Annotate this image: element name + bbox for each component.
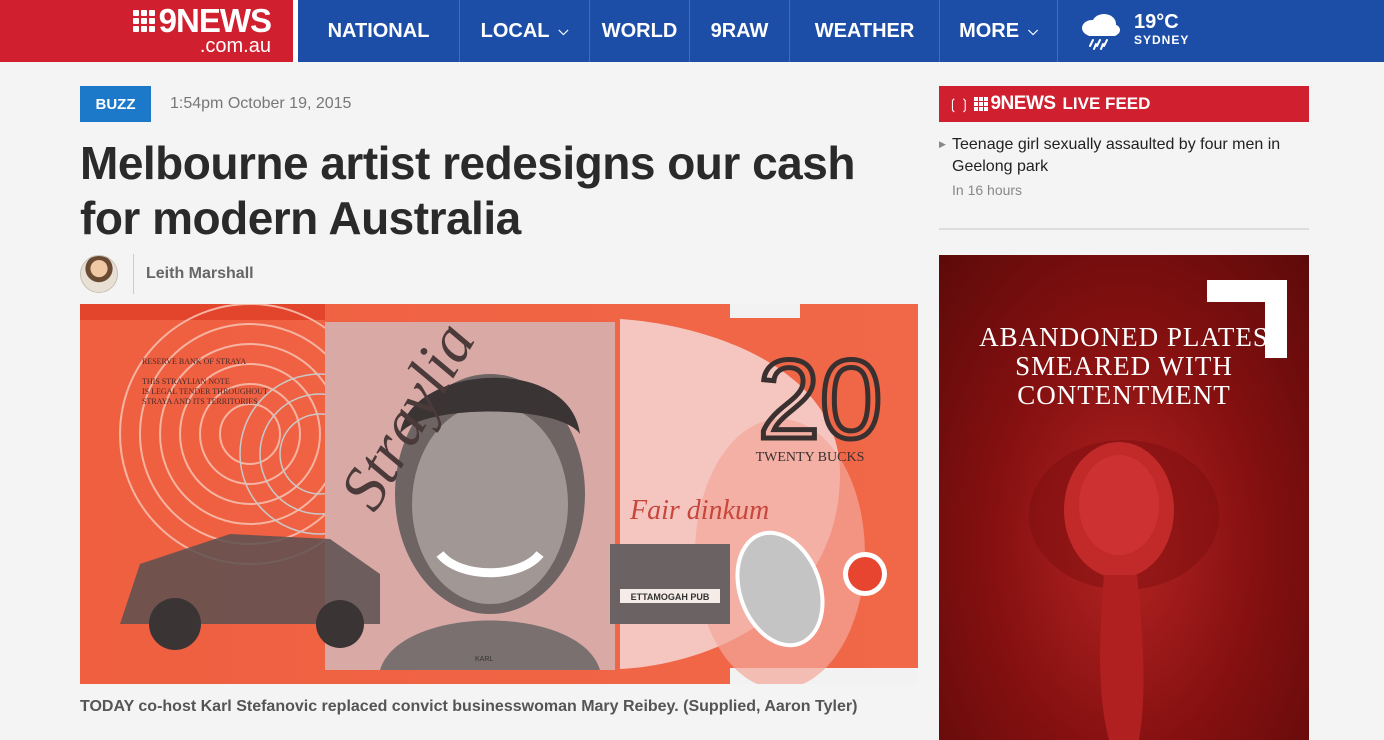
nav-item-label: WORLD	[601, 19, 678, 42]
brand-text: NEWS	[176, 2, 272, 39]
brand-dots-icon	[974, 97, 989, 111]
nav-item-label: 9RAW	[710, 19, 769, 42]
weather-widget[interactable]: 19°C SYDNEY	[1058, 0, 1189, 62]
feed-item-time: In 16 hours	[952, 182, 1023, 198]
bank-text-line-4: STRAYA AND ITS TERRITORIES	[142, 397, 258, 406]
nav-item-more[interactable]: MORE ⌵	[940, 0, 1058, 62]
banknote-illustration: ETTAMOGAH PUB Straylia RESERVE BANK OF S…	[80, 304, 918, 684]
chevron-down-icon: ⌵	[558, 23, 569, 38]
author-name[interactable]: Leith Marshall	[146, 265, 254, 283]
pub-sign-text: ETTAMOGAH PUB	[631, 592, 710, 602]
feed-divider	[939, 228, 1309, 230]
nav-item-9raw[interactable]: 9RAW	[690, 0, 790, 62]
live-feed-header[interactable]: ❲❳ 9NEWS LIVE FEED	[939, 86, 1309, 122]
main-nav: NATIONAL LOCAL ⌵ WORLD 9RAW WEATHER MORE…	[298, 0, 1058, 62]
banknote-denomination-words: TWENTY BUCKS	[756, 450, 865, 465]
live-feed-brand-text: NEWS	[1000, 93, 1057, 114]
chevron-down-icon: ⌵	[1028, 23, 1038, 38]
article-meta: BUZZ 1:54pm October 19, 2015	[80, 86, 351, 122]
nav-item-label: WEATHER	[814, 19, 915, 42]
weather-readout: 19°C SYDNEY	[1134, 11, 1190, 49]
bank-text-line-3: IS LEGAL TENDER THROUGHOUT	[142, 387, 268, 396]
nav-item-national[interactable]: NATIONAL	[298, 0, 460, 62]
author-avatar[interactable]	[80, 255, 118, 293]
ad-headline: ABANDONED PLATES SMEARED WITH CONTENTMEN…	[939, 323, 1309, 410]
bank-text-line-2: THIS STRAYLIAN NOTE	[142, 377, 230, 386]
byline: Leith Marshall	[80, 254, 254, 294]
top-navigation-bar: 9 NEWS .com.au NATIONAL LOCAL ⌵ WORLD 9RA…	[0, 0, 1384, 62]
broadcast-icon: ❲❳	[947, 95, 971, 112]
article-headline: Melbourne artist redesigns our cash for …	[80, 137, 855, 244]
feed-item-title[interactable]: Teenage girl sexually assaulted by four …	[952, 134, 1309, 178]
live-feed-brand: 9NEWS	[990, 93, 1057, 115]
live-feed-label: LIVE FEED	[1062, 94, 1151, 113]
ad-line: SMEARED WITH	[1015, 351, 1233, 381]
brand-domain: .com.au	[199, 35, 271, 57]
nav-item-weather[interactable]: WEATHER	[790, 0, 940, 62]
live-feed-brand-number: 9	[990, 93, 1001, 114]
nav-item-label: LOCAL	[480, 19, 550, 42]
image-caption: TODAY co-host Karl Stefanovic replaced c…	[80, 698, 858, 715]
9news-logo[interactable]: 9 NEWS .com.au	[0, 0, 298, 62]
banknote-motto: Fair dinkum	[629, 495, 769, 526]
category-tag[interactable]: BUZZ	[80, 86, 151, 122]
article-hero-image[interactable]: ETTAMOGAH PUB Straylia RESERVE BANK OF S…	[80, 304, 918, 684]
nav-item-local[interactable]: LOCAL ⌵	[460, 0, 590, 62]
weather-city: SYDNEY	[1134, 33, 1190, 47]
byline-divider	[133, 254, 134, 294]
ad-line: CONTENTMENT	[1017, 380, 1231, 410]
live-feed-item[interactable]: ▶ Teenage girl sexually assaulted by fou…	[939, 134, 1309, 198]
brand-number: 9	[158, 2, 177, 39]
rain-cloud-icon	[1082, 14, 1120, 50]
brand-dots-icon	[132, 10, 155, 32]
nav-item-label: NATIONAL	[327, 19, 430, 42]
advertisement[interactable]: ABANDONED PLATES SMEARED WITH CONTENTMEN…	[939, 255, 1309, 740]
brand-wordmark: 9 NEWS	[132, 2, 272, 39]
bullet-arrow-icon: ▶	[939, 139, 946, 149]
article-timestamp: 1:54pm October 19, 2015	[170, 95, 352, 112]
bank-text-line-1: RESERVE BANK OF STRAYA	[142, 357, 246, 366]
weather-temperature: 19°C	[1134, 11, 1179, 33]
ad-line: ABANDONED PLATES	[979, 322, 1269, 352]
banknote-denomination: 20	[758, 337, 883, 462]
nav-item-label: MORE	[959, 19, 1020, 42]
nav-item-world[interactable]: WORLD	[590, 0, 690, 62]
portrait-label: KARL	[475, 656, 493, 663]
